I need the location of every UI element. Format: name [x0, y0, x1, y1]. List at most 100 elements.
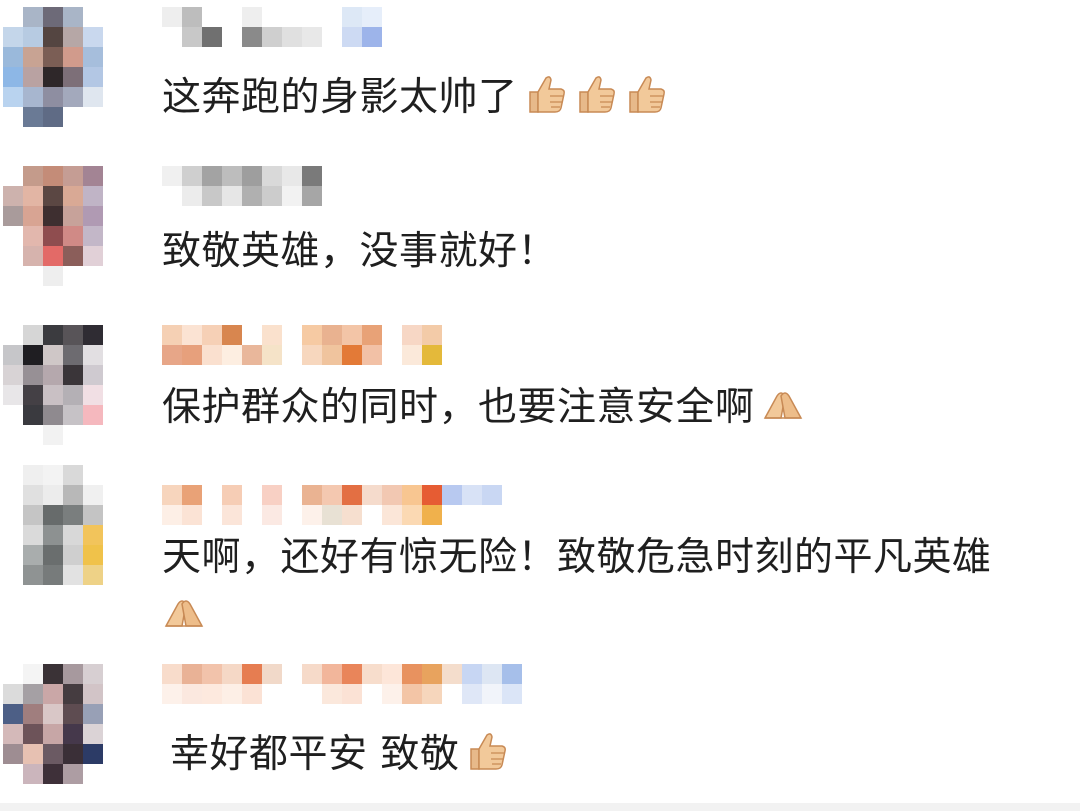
avatar-pixel	[83, 7, 103, 27]
avatar-pixel	[43, 465, 63, 485]
avatar-pixel	[3, 325, 23, 345]
username-pixel	[342, 485, 362, 505]
username-pixelated[interactable]	[162, 166, 342, 206]
username-pixel	[302, 485, 322, 505]
username-pixel	[302, 325, 322, 345]
username-pixel	[282, 7, 302, 27]
avatar-pixel	[3, 764, 23, 784]
comment-text-content: 这奔跑的身影太帅了	[162, 75, 518, 120]
avatar-pixel	[3, 246, 23, 266]
pray-hands-icon	[164, 600, 204, 627]
avatar-pixel	[63, 27, 83, 47]
avatar-pixel	[3, 385, 23, 405]
avatar-pixel	[103, 764, 123, 784]
avatar-pixel	[63, 744, 83, 764]
avatar-pixel	[83, 565, 103, 585]
username-pixelated[interactable]	[162, 664, 522, 704]
avatar-pixel	[3, 47, 23, 67]
avatar-pixel	[63, 47, 83, 67]
avatar[interactable]	[3, 664, 123, 784]
username-pixel	[242, 325, 262, 345]
username-pixel	[242, 684, 262, 704]
avatar-pixel	[3, 87, 23, 107]
avatar-pixel	[103, 704, 123, 724]
username-pixel	[362, 505, 382, 525]
avatar-pixel	[23, 704, 43, 724]
avatar-pixel	[63, 525, 83, 545]
avatar-pixel	[83, 764, 103, 784]
avatar-pixel	[103, 206, 123, 226]
username-pixel	[302, 166, 322, 186]
avatar-pixel	[43, 345, 63, 365]
username-pixel	[222, 345, 242, 365]
username-pixel	[242, 27, 262, 47]
avatar[interactable]	[3, 465, 123, 585]
avatar-pixel	[23, 365, 43, 385]
username-pixel	[242, 485, 262, 505]
username-pixel	[342, 664, 362, 684]
username-pixelated[interactable]	[162, 485, 502, 525]
avatar-pixel	[23, 425, 43, 445]
username-pixel	[362, 684, 382, 704]
avatar-pixel	[43, 405, 63, 425]
avatar-pixel	[103, 226, 123, 246]
avatar[interactable]	[3, 166, 123, 286]
avatar-pixel	[83, 166, 103, 186]
avatar-pixel	[83, 425, 103, 445]
username-pixel	[402, 325, 422, 345]
username-pixel	[342, 7, 362, 27]
thumbs-up-icon	[528, 76, 565, 113]
avatar-pixel	[103, 345, 123, 365]
username-pixel	[282, 166, 302, 186]
username-pixel	[282, 325, 302, 345]
avatar[interactable]	[3, 325, 123, 445]
username-pixel	[262, 7, 282, 27]
username-pixel	[382, 684, 402, 704]
avatar-pixel	[43, 684, 63, 704]
username-pixel	[202, 505, 222, 525]
username-pixel	[462, 485, 482, 505]
avatar-pixel	[43, 505, 63, 525]
username-pixel	[442, 505, 462, 525]
avatar[interactable]	[3, 7, 123, 127]
username-pixel	[342, 345, 362, 365]
avatar-pixel	[103, 107, 123, 127]
comment-emojis	[755, 385, 805, 430]
avatar-pixel	[23, 47, 43, 67]
username-pixel	[262, 485, 282, 505]
username-pixel	[342, 27, 362, 47]
bottom-divider	[0, 803, 1080, 811]
avatar-pixel	[83, 206, 103, 226]
avatar-pixel	[83, 87, 103, 107]
avatar-pixel	[23, 107, 43, 127]
username-pixelated[interactable]	[162, 7, 382, 47]
avatar-pixel	[63, 166, 83, 186]
username-pixel	[262, 345, 282, 365]
avatar-pixel	[63, 724, 83, 744]
username-pixel	[442, 684, 462, 704]
username-pixel	[422, 684, 442, 704]
username-pixel	[462, 505, 482, 525]
avatar-pixel	[83, 724, 103, 744]
username-pixelated[interactable]	[162, 325, 442, 365]
avatar-pixel	[63, 684, 83, 704]
avatar-pixel	[63, 704, 83, 724]
avatar-pixel	[23, 226, 43, 246]
comment-emojis	[518, 75, 668, 120]
username-pixel	[442, 485, 462, 505]
avatar-pixel	[103, 525, 123, 545]
username-pixel	[162, 485, 182, 505]
pray-hands-icon	[763, 392, 802, 419]
avatar-pixel	[43, 565, 63, 585]
username-pixel	[462, 664, 482, 684]
username-pixel	[402, 485, 422, 505]
avatar-pixel	[23, 345, 43, 365]
avatar-pixel	[83, 246, 103, 266]
username-pixel	[282, 27, 302, 47]
avatar-pixel	[103, 67, 123, 87]
avatar-pixel	[103, 405, 123, 425]
avatar-pixel	[23, 266, 43, 286]
username-pixel	[162, 325, 182, 345]
username-pixel	[322, 505, 342, 525]
avatar-pixel	[43, 525, 63, 545]
